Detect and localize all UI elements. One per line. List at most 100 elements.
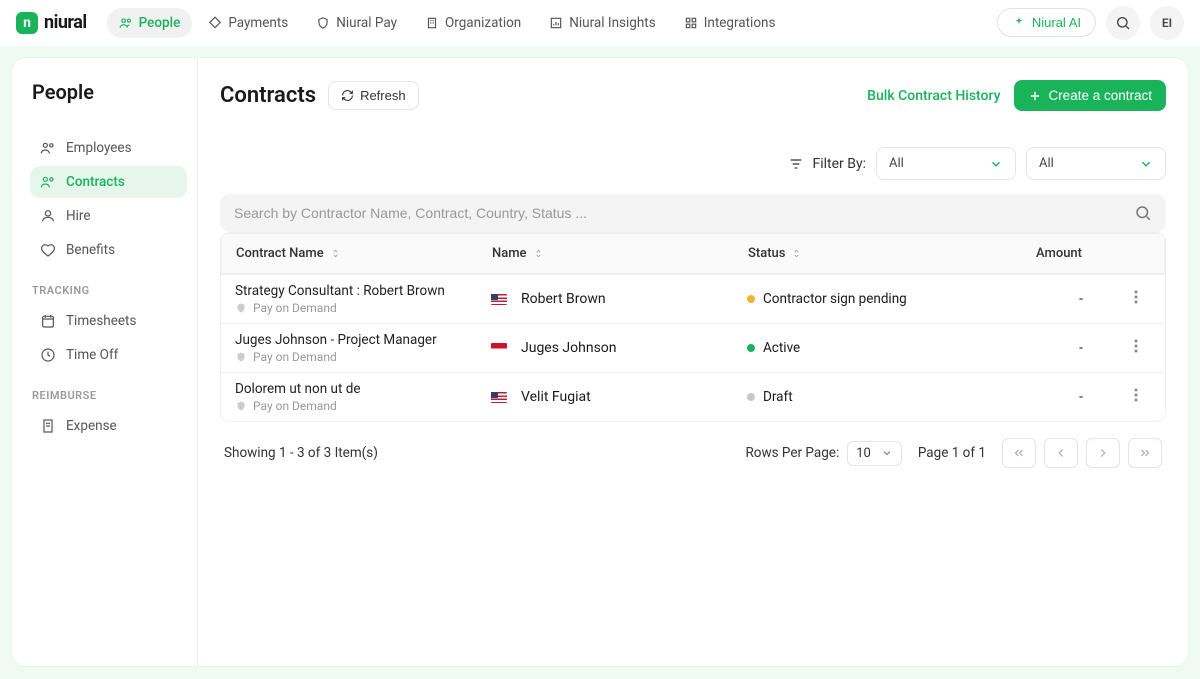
pager-last[interactable]: [1128, 438, 1162, 468]
flag-icon: [491, 294, 507, 305]
contract-name: Juges Johnson - Project Manager: [235, 332, 437, 348]
contractor-name: Robert Brown: [491, 291, 747, 307]
people-icon: [40, 174, 56, 190]
contract-amount: -: [997, 291, 1121, 307]
chevron-down-icon: [989, 157, 1003, 171]
topnav-integrations[interactable]: Integrations: [672, 8, 788, 38]
table-header: Contract Name Name Status Amount: [221, 233, 1165, 274]
more-vertical-icon: [1134, 290, 1138, 304]
row-actions-menu[interactable]: [1121, 339, 1151, 357]
topnav-niural-pay[interactable]: Niural Pay: [304, 8, 409, 38]
contract-sub: Pay on Demand: [235, 301, 445, 315]
more-vertical-icon: [1134, 339, 1138, 353]
contract-status: Active: [747, 340, 997, 356]
topnav-organization[interactable]: Organization: [413, 8, 533, 38]
sidebar-item-time-off[interactable]: Time Off: [30, 339, 187, 371]
pager-first[interactable]: [1002, 438, 1036, 468]
top-bar: n niural People Payments Niural Pay Orga…: [0, 0, 1200, 46]
sidebar-item-employees[interactable]: Employees: [30, 132, 187, 164]
search-icon: [1115, 15, 1131, 31]
contract-amount: -: [997, 389, 1121, 405]
row-actions-menu[interactable]: [1121, 290, 1151, 308]
chevron-right-icon: [1096, 446, 1110, 460]
shield-icon: [235, 351, 247, 363]
topnav-payments[interactable]: Payments: [196, 8, 300, 38]
chevrons-left-icon: [1012, 446, 1026, 460]
contract-name: Dolorem ut non ut de: [235, 381, 360, 397]
sidebar-item-benefits[interactable]: Benefits: [30, 234, 187, 266]
column-amount[interactable]: Amount: [998, 246, 1120, 261]
logo-icon: n: [16, 12, 38, 34]
contract-sub: Pay on Demand: [235, 350, 437, 364]
global-search-button[interactable]: [1106, 6, 1140, 40]
search-bar[interactable]: [220, 194, 1166, 232]
contract-sub: Pay on Demand: [235, 399, 360, 413]
sidebar-item-expense[interactable]: Expense: [30, 410, 187, 442]
page-of-text: Page 1 of 1: [918, 445, 986, 461]
brand-name: niural: [44, 12, 87, 33]
search-icon: [1134, 204, 1152, 222]
sidebar: People Employees Contracts Hire Benefits…: [12, 58, 198, 666]
filter-select-1[interactable]: All: [876, 147, 1016, 180]
flag-icon: [491, 343, 507, 354]
table-row[interactable]: Juges Johnson - Project Manager Pay on D…: [221, 323, 1165, 372]
filter-select-2[interactable]: All: [1026, 147, 1166, 180]
table-row[interactable]: Strategy Consultant : Robert Brown Pay o…: [221, 274, 1165, 323]
create-contract-button[interactable]: Create a contract: [1014, 80, 1166, 111]
rows-per-page-label: Rows Per Page:: [745, 445, 839, 461]
column-contract-name[interactable]: Contract Name: [236, 246, 492, 261]
search-input[interactable]: [234, 205, 1134, 221]
sidebar-section-tracking: TRACKING: [32, 284, 187, 297]
flag-icon: [491, 392, 507, 403]
status-dot-icon: [747, 344, 755, 352]
people-icon: [40, 140, 56, 156]
contractor-name: Velit Fugiat: [491, 389, 747, 405]
table-footer: Showing 1 - 3 of 3 Item(s) Rows Per Page…: [220, 422, 1166, 472]
contractor-name: Juges Johnson: [491, 340, 747, 356]
niural-ai-button[interactable]: Niural AI: [997, 8, 1096, 37]
table-row[interactable]: Dolorem ut non ut de Pay on Demand Velit…: [221, 372, 1165, 421]
row-actions-menu[interactable]: [1121, 388, 1151, 406]
tag-icon: [208, 16, 222, 30]
heart-icon: [40, 242, 56, 258]
person-icon: [40, 208, 56, 224]
clock-icon: [40, 347, 56, 363]
refresh-button[interactable]: Refresh: [328, 81, 419, 110]
building-icon: [425, 16, 439, 30]
column-name[interactable]: Name: [492, 246, 748, 261]
shield-icon: [235, 400, 247, 412]
sidebar-item-timesheets[interactable]: Timesheets: [30, 305, 187, 337]
rows-per-page-select[interactable]: 10: [847, 441, 902, 466]
user-avatar[interactable]: EI: [1150, 6, 1184, 40]
showing-text: Showing 1 - 3 of 3 Item(s): [224, 445, 378, 461]
chevron-down-icon: [881, 447, 893, 459]
topnav-people[interactable]: People: [107, 8, 193, 38]
sort-icon: [330, 248, 341, 259]
sparkle-icon: [1012, 16, 1026, 30]
status-dot-icon: [747, 295, 755, 303]
contract-status: Draft: [747, 389, 997, 405]
bulk-contract-history-link[interactable]: Bulk Contract History: [867, 88, 1000, 104]
pager-next[interactable]: [1086, 438, 1120, 468]
sidebar-item-contracts[interactable]: Contracts: [30, 166, 187, 198]
sidebar-title: People: [30, 80, 187, 104]
shield-icon: [316, 16, 330, 30]
sidebar-section-reimburse: REIMBURSE: [32, 389, 187, 402]
pager-prev[interactable]: [1044, 438, 1078, 468]
plus-icon: [1028, 89, 1042, 103]
topnav-insights[interactable]: Niural Insights: [537, 8, 667, 38]
filter-bar: Filter By: All All: [220, 147, 1166, 180]
calendar-icon: [40, 313, 56, 329]
column-status[interactable]: Status: [748, 246, 998, 261]
contract-status: Contractor sign pending: [747, 291, 997, 307]
sidebar-item-hire[interactable]: Hire: [30, 200, 187, 232]
filter-label: Filter By:: [788, 156, 866, 172]
status-dot-icon: [747, 393, 755, 401]
top-nav: People Payments Niural Pay Organization …: [107, 8, 788, 38]
chevron-left-icon: [1054, 446, 1068, 460]
grid-icon: [684, 16, 698, 30]
sort-icon: [791, 248, 802, 259]
contract-amount: -: [997, 340, 1121, 356]
brand-logo[interactable]: n niural: [16, 12, 87, 34]
chevron-down-icon: [1139, 157, 1153, 171]
